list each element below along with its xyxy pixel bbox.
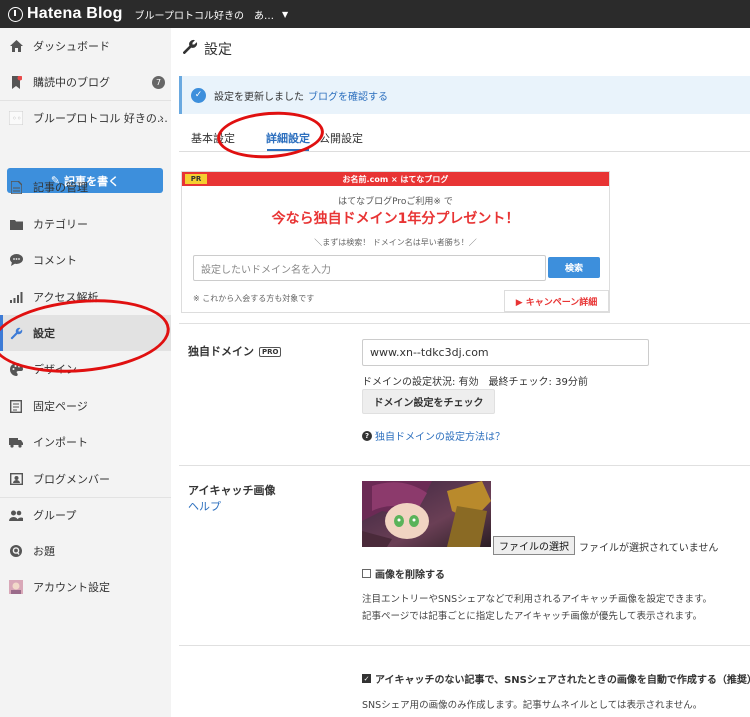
sidebar-item-label: インポート [33, 436, 88, 449]
banner-headline: 今なら独自ドメイン1年分プレゼント！ [271, 211, 520, 227]
sidebar-item-dashboard[interactable]: ダッシュボード [0, 28, 171, 64]
unread-badge: 7 [152, 75, 165, 89]
check-domain-button[interactable]: ドメイン設定をチェック [362, 389, 495, 414]
comment-icon [9, 253, 23, 267]
banner-header: PR お名前.com × はてなブログ [182, 172, 609, 186]
blog-switcher[interactable]: ブループロトコル好きの あ… ▼ [135, 7, 289, 22]
wrench-icon [182, 39, 198, 59]
sidebar-item-label: 記事の管理 [33, 181, 88, 194]
member-card-icon [9, 472, 23, 486]
eyecatch-thumbnail [362, 481, 491, 547]
delete-image-option[interactable]: 画像を削除する [362, 566, 445, 581]
sidebar-item-category[interactable]: カテゴリー [0, 206, 171, 242]
sidebar-item-fixed-page[interactable]: 固定ページ [0, 388, 171, 424]
banner-tagline: ＼まずは検索！ ドメイン名は早い者勝ち！／ [314, 238, 477, 247]
page-title-text: 設定 [204, 42, 232, 58]
blog-name: ブループロトコル好きの あ… [134, 10, 274, 22]
sidebar-item-label: カテゴリー [33, 218, 88, 231]
domain-promo-banner: PR お名前.com × はてなブログ はてなブログProご利用※ で 今なら独… [181, 171, 610, 313]
choose-file-button[interactable]: ファイルの選択 [493, 536, 575, 555]
sidebar-item-label: ブループロトコル 好きの… [33, 112, 168, 125]
domain-search-button[interactable]: 検索 [548, 257, 600, 278]
users-icon [9, 508, 23, 522]
success-alert: ✓ 設定を更新しました ブログを確認する [179, 76, 750, 114]
sidebar-item-label: 購読中のブログ [33, 76, 110, 89]
document-icon [9, 180, 23, 194]
sidebar-item-subscriptions[interactable]: 購読中のブログ 7 [0, 64, 171, 100]
sidebar-item-blog[interactable]: ◦◦ ブループロトコル 好きの… › [0, 100, 171, 136]
divider [179, 645, 750, 646]
banner-subtitle: はてなブログProご利用※ で [338, 197, 453, 207]
sidebar-item-label: アカウント設定 [33, 581, 110, 594]
truck-icon [9, 435, 23, 449]
folder-icon [9, 217, 23, 231]
page-icon [9, 399, 23, 413]
eyecatch-description-1: 注目エントリーやSNSシェアなどで利用されるアイキャッチ画像を設定できます。 [362, 594, 713, 605]
alert-text: 設定を更新しました [214, 91, 304, 103]
sidebar-item-topic[interactable]: お題 [0, 533, 171, 569]
check-circle-icon: ✓ [191, 87, 206, 103]
banner-header-text: お名前.com × はてなブログ [342, 174, 449, 184]
chevron-right-icon: › [159, 111, 164, 125]
custom-domain-label-text: 独自ドメイン [188, 345, 254, 358]
home-icon [9, 39, 23, 53]
sidebar-item-comment[interactable]: コメント [0, 242, 171, 278]
auto-generate-description: SNSシェア用の画像のみ作成します。記事サムネイルとしては表示されません。 [362, 700, 703, 711]
bar-chart-icon [9, 290, 23, 304]
tab-publish-settings[interactable]: 公開設定 [319, 130, 363, 146]
file-status: ファイルが選択されていません [579, 543, 719, 554]
pr-badge: PR [185, 174, 207, 184]
svg-text:◦◦: ◦◦ [12, 114, 21, 123]
delete-image-checkbox[interactable] [362, 569, 371, 578]
sidebar-item-account-settings[interactable]: アカウント設定 [0, 569, 171, 605]
sidebar-item-import[interactable]: インポート [0, 424, 171, 460]
sidebar-item-article-management[interactable]: 記事の管理 [0, 169, 171, 205]
sidebar-item-blog-members[interactable]: ブログメンバー [0, 461, 171, 497]
view-blog-link[interactable]: ブログを確認する [308, 88, 388, 103]
auto-generate-checkbox[interactable]: ✓ [362, 674, 371, 683]
eyecatch-help-link[interactable]: ヘルプ [188, 498, 221, 514]
sidebar-item-label: 固定ページ [33, 400, 88, 413]
campaign-details-link[interactable]: ▶ キャンペーン詳細 [504, 290, 609, 312]
auto-generate-label: アイキャッチのない記事で、SNSシェアされたときの画像を自動で作成する（推奨） [375, 675, 750, 686]
logo-text: Hatena Blog [27, 5, 123, 22]
topic-icon [9, 544, 23, 558]
divider [179, 465, 750, 466]
divider [179, 323, 750, 324]
delete-image-label: 画像を削除する [375, 570, 445, 581]
page-title: 設定 [182, 39, 232, 59]
caret-down-icon: ▼ [281, 9, 289, 19]
eyecatch-description-2: 記事ページでは記事ごとに指定したアイキャッチ画像が優先して表示されます。 [362, 611, 703, 622]
custom-domain-label: 独自ドメイン PRO [188, 343, 282, 359]
sidebar-item-label: ダッシュボード [33, 40, 110, 53]
sidebar-item-label: ブログメンバー [33, 473, 110, 486]
custom-domain-input[interactable]: www.xn--tdkc3dj.com [362, 339, 649, 366]
question-circle-icon: ? [362, 430, 372, 441]
pro-badge: PRO [259, 347, 282, 357]
domain-search-input[interactable]: 設定したいドメイン名を入力 [193, 255, 546, 281]
bookmark-icon [9, 75, 23, 89]
hatena-logo[interactable]: Hatena Blog [8, 5, 123, 23]
sidebar: ダッシュボード 購読中のブログ 7 ◦◦ ブループロトコル 好きの… › ✎ 記… [0, 28, 171, 717]
domain-help-link[interactable]: ? 独自ドメインの設定方法は？ [362, 428, 505, 443]
blog-avatar-icon: ◦◦ [9, 111, 23, 125]
sidebar-item-label: グループ [33, 509, 77, 522]
auto-generate-option[interactable]: ✓ アイキャッチのない記事で、SNSシェアされたときの画像を自動で作成する（推奨… [362, 671, 750, 686]
hatena-logo-icon [8, 6, 23, 22]
domain-status: ドメインの設定状況: 有効 最終チェック: 39分前 [362, 377, 588, 388]
top-bar: Hatena Blog ブループロトコル好きの あ… ▼ [0, 0, 750, 28]
sidebar-item-label: コメント [33, 254, 77, 267]
eyecatch-label: アイキャッチ画像 [188, 484, 276, 497]
domain-help-text: 独自ドメインの設定方法は？ [375, 432, 505, 443]
sidebar-item-label: お題 [33, 545, 55, 558]
banner-note: ※ これから入会する方も対象です [193, 294, 315, 303]
account-avatar-icon [9, 580, 23, 594]
sidebar-item-group[interactable]: グループ [0, 497, 171, 533]
